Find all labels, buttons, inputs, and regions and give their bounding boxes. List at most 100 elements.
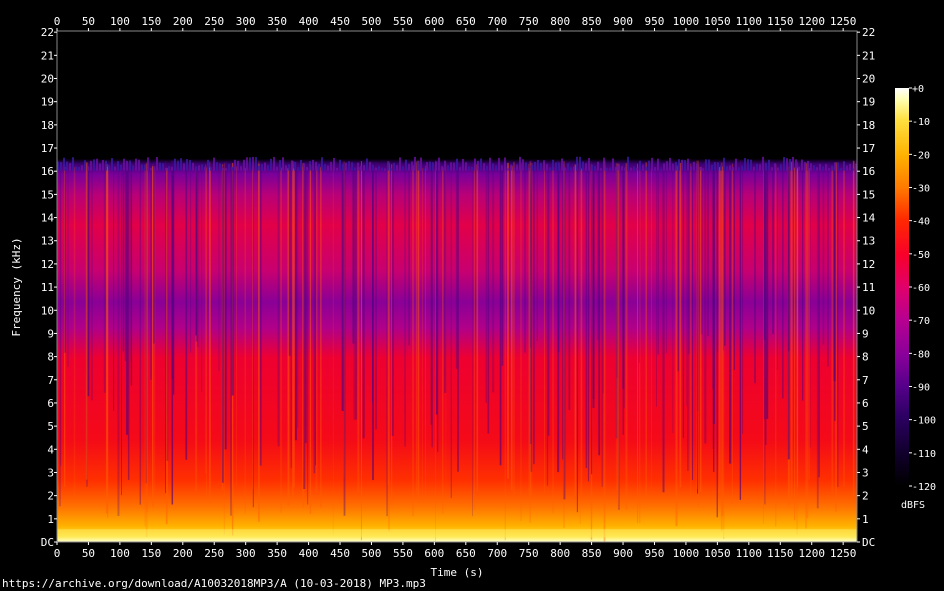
spectrogram-cutoff-edge [303, 163, 305, 171]
colorbar-tick-label: -110 [912, 449, 936, 460]
x-tick-label-top: 300 [236, 15, 256, 28]
spectrogram-streak [707, 164, 709, 337]
x-tick-label-bottom: 0 [54, 547, 61, 560]
spectrogram-cutoff-edge [417, 161, 419, 171]
spectrogram-cutoff-edge [126, 160, 128, 171]
spectrogram-cutoff-edge [828, 167, 830, 171]
spectrogram-cutoff-edge [468, 166, 470, 171]
spectrogram-streak [682, 161, 685, 438]
y-tick-label-left: 19 [41, 96, 54, 109]
spectrogram-cutoff-edge [789, 159, 791, 171]
spectrogram-streak [616, 166, 618, 378]
spectrogram-cutoff-edge [732, 167, 734, 171]
spectrogram-streak [788, 164, 790, 352]
spectrogram-cutoff-edge [672, 163, 674, 171]
spectrogram-streak [297, 165, 299, 429]
y-tick-label-right: 16 [862, 165, 875, 178]
spectrogram-streak [816, 161, 819, 509]
spectrogram-cutoff-edge [129, 160, 131, 171]
spectrogram-cutoff-edge [366, 158, 368, 171]
spectrogram-streak [696, 160, 698, 490]
spectrogram-cutoff-edge [606, 168, 608, 171]
x-tick-label-bottom: 700 [487, 547, 507, 560]
spectrogram-cutoff-edge [756, 163, 758, 171]
spectrogram-cutoff-edge [651, 157, 653, 171]
spectrogram-cutoff-edge [498, 157, 500, 171]
spectrogram-streak [742, 160, 744, 434]
spectrogram-cutoff-edge [819, 163, 821, 171]
spectrogram-cutoff-edge [555, 162, 557, 171]
spectrogram-streak [733, 165, 735, 370]
spectrogram-cutoff-edge [81, 165, 83, 171]
x-tick-label-bottom: 350 [267, 547, 287, 560]
spectrogram-cutoff-edge [516, 164, 518, 171]
spectrogram-cutoff-edge [432, 162, 434, 171]
spectrogram-cutoff-edge [396, 164, 398, 171]
colorbar-tick-label: -70 [912, 316, 930, 327]
y-tick-label-right: 21 [862, 49, 875, 62]
spectrogram-cutoff-edge [252, 156, 254, 171]
spectrogram-cutoff-edge [834, 162, 836, 171]
spectrogram-streak [739, 160, 742, 500]
spectrogram-cutoff-edge [117, 161, 119, 171]
spectrogram-cutoff-edge [531, 164, 533, 171]
spectrogram-streak [677, 168, 679, 372]
spectrogram-cutoff-edge [84, 160, 86, 171]
y-tick-label-right: 7 [862, 374, 869, 387]
spectrogram-cutoff-edge [438, 157, 440, 171]
spectrogram-streak [520, 162, 522, 522]
spectrogram-cutoff-edge [312, 159, 314, 171]
spectrogram-streak [332, 163, 334, 536]
spectrogram-cutoff-edge [768, 159, 770, 171]
spectrogram-streak [782, 165, 784, 399]
spectrogram-streak [721, 166, 724, 517]
spectrogram-cutoff-edge [480, 158, 482, 171]
spectrogram-cutoff-edge [474, 158, 476, 171]
spectrogram-streak [125, 162, 129, 435]
spectrogram-cutoff-edge [171, 166, 173, 171]
spectrogram-streak [809, 163, 811, 448]
spectrogram-streak [672, 164, 674, 433]
spectrogram-figure: 0 50 100 150 200 250 300 350 400 450 500 550 600 650 7… [2, 15, 936, 590]
spectrogram-streak [574, 164, 577, 497]
spectrogram-cutoff-edge [246, 157, 248, 171]
spectrogram-cutoff-edge [399, 157, 401, 171]
spectrogram-cutoff-edge [711, 164, 713, 171]
spectrogram-cutoff-edge [702, 168, 704, 171]
spectrogram-cutoff-edge [540, 162, 542, 171]
spectrogram-cutoff-edge [729, 165, 731, 171]
spectrogram-cutoff-edge [501, 165, 503, 171]
spectrogram-streak [303, 164, 306, 489]
spectrogram-cutoff-edge [207, 159, 209, 171]
spectrogram-cutoff-edge [588, 157, 590, 171]
x-tick-label-bottom: 900 [613, 547, 633, 560]
spectrogram-streak [252, 166, 254, 490]
spectrogram-cutoff-edge [822, 166, 824, 171]
spectrogram-cutoff-edge [72, 157, 74, 171]
spectrogram-cutoff-edge [576, 156, 578, 171]
spectrogram-cutoff-edge [558, 162, 560, 171]
spectrogram-cutoff-edge [216, 162, 218, 171]
spectrogram-streak [320, 167, 321, 508]
spectrogram-streak [625, 163, 628, 510]
spectrogram-streak [422, 167, 424, 496]
spectrogram-cutoff-edge [390, 168, 392, 171]
spectrogram-cutoff-edge [699, 167, 701, 171]
colorbar-tick-label: -120 [912, 482, 936, 493]
spectrogram-cutoff-edge [504, 157, 506, 171]
spectrogram-streak [602, 162, 604, 394]
spectrogram-cutoff-edge [600, 168, 602, 171]
spectrogram-streak [223, 163, 226, 535]
spectrogram-streak [638, 163, 640, 363]
spectrogram-cutoff-edge [63, 157, 65, 171]
spectrogram-cutoff-edge [336, 167, 338, 171]
spectrogram-streak [775, 163, 777, 527]
x-tick-label-bottom: 100 [110, 547, 130, 560]
spectrogram-cutoff-edge [669, 157, 671, 171]
spectrogram-streak [105, 164, 108, 514]
low-frequency-band [57, 529, 857, 538]
spectrogram-streak [60, 162, 62, 466]
spectrogram-streak [563, 160, 565, 528]
x-tick-label-top: 1100 [736, 15, 763, 28]
spectrogram-cutoff-edge [450, 162, 452, 171]
